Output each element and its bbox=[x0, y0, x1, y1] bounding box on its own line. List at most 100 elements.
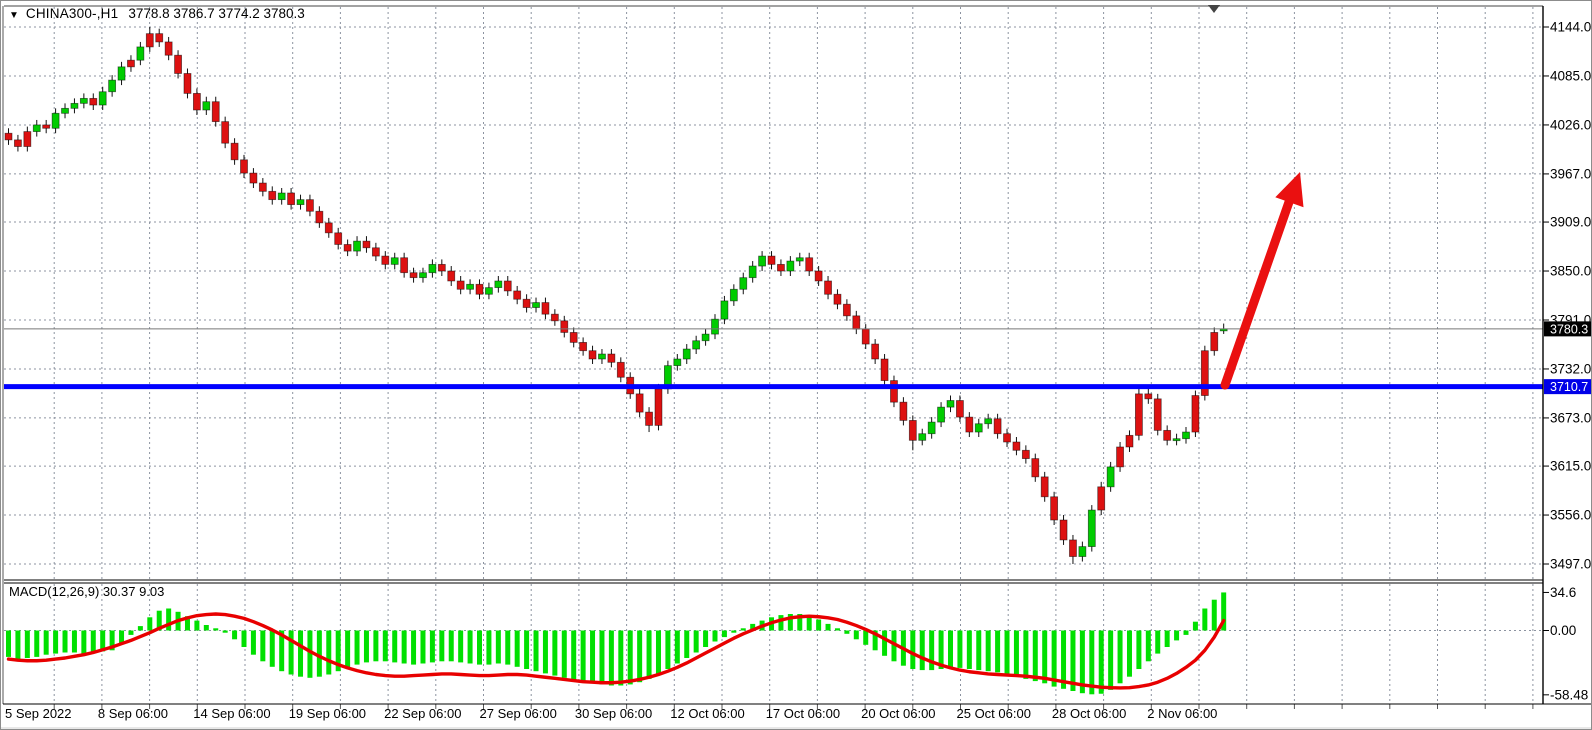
symbol-period-label: CHINA300-,H1 bbox=[26, 6, 118, 21]
candle-body bbox=[881, 359, 888, 381]
macd-histogram-bar bbox=[957, 631, 962, 668]
hline-price-tag-label: 3710.7 bbox=[1550, 380, 1588, 394]
candle-body bbox=[919, 434, 926, 441]
macd-histogram-bar bbox=[477, 631, 482, 665]
macd-histogram-bar bbox=[534, 631, 539, 672]
price-axis-label: 3909.0 bbox=[1550, 215, 1591, 230]
macd-histogram-bar bbox=[665, 631, 670, 670]
macd-histogram-bar bbox=[618, 631, 623, 686]
macd-histogram-bar bbox=[562, 631, 567, 678]
candle-body bbox=[777, 264, 784, 271]
candle-body bbox=[966, 417, 973, 432]
candle-body bbox=[175, 55, 182, 73]
candle-body bbox=[297, 200, 304, 205]
macd-histogram-bar bbox=[741, 628, 746, 630]
macd-axis-label: -58.48 bbox=[1550, 687, 1588, 702]
ohlc-values: 3778.8 3786.7 3774.2 3780.3 bbox=[128, 6, 304, 21]
macd-histogram-bar bbox=[1127, 631, 1132, 677]
candle-body bbox=[80, 98, 87, 103]
candle-body bbox=[551, 314, 558, 321]
candle-body bbox=[749, 266, 756, 278]
candle-body bbox=[184, 73, 191, 93]
macd-histogram-bar bbox=[402, 631, 407, 664]
macd-histogram-bar bbox=[373, 631, 378, 662]
macd-histogram-bar bbox=[6, 631, 11, 657]
candle-body bbox=[467, 284, 474, 289]
macd-histogram-bar bbox=[44, 631, 49, 655]
candle-body bbox=[589, 351, 596, 359]
candle-body bbox=[476, 284, 483, 294]
macd-histogram-bar bbox=[270, 631, 275, 667]
macd-histogram-bar bbox=[468, 631, 473, 664]
candle-body bbox=[938, 407, 945, 422]
macd-histogram-bar bbox=[882, 631, 887, 656]
candle-body bbox=[674, 359, 681, 366]
macd-histogram-bar bbox=[15, 631, 20, 660]
price-axis-label: 4026.0 bbox=[1550, 117, 1591, 132]
macd-histogram-bar bbox=[298, 631, 303, 677]
candle-body bbox=[561, 321, 568, 333]
macd-histogram-bar bbox=[1202, 609, 1207, 631]
candle-body bbox=[900, 402, 907, 420]
price-axis-label: 3497.0 bbox=[1550, 557, 1591, 572]
candle-body bbox=[1164, 430, 1171, 440]
time-axis-label: 5 Sep 2022 bbox=[5, 706, 72, 721]
candle-body bbox=[278, 193, 285, 200]
trend-arrow-head[interactable] bbox=[1275, 172, 1303, 207]
candle-body bbox=[683, 349, 690, 359]
macd-histogram-bar bbox=[260, 631, 265, 662]
candle-body bbox=[1107, 467, 1114, 487]
candle-body bbox=[806, 258, 813, 271]
candle-body bbox=[1117, 447, 1124, 467]
macd-histogram-bar bbox=[778, 615, 783, 630]
macd-axis-label: 0.00 bbox=[1550, 623, 1576, 638]
macd-histogram-bar bbox=[863, 631, 868, 645]
macd-histogram-bar bbox=[816, 620, 821, 631]
trend-arrow-shaft[interactable] bbox=[1225, 202, 1289, 385]
candle-body bbox=[372, 248, 379, 256]
time-axis-label: 28 Oct 06:00 bbox=[1052, 706, 1126, 721]
macd-histogram-bar bbox=[1014, 631, 1019, 677]
macd-histogram-bar bbox=[25, 631, 30, 659]
candle-body bbox=[259, 183, 266, 191]
macd-histogram-bar bbox=[543, 631, 548, 674]
candle-body bbox=[410, 273, 417, 278]
macd-histogram-bar bbox=[81, 631, 86, 654]
candle-body bbox=[419, 273, 426, 278]
macd-histogram-bar bbox=[138, 626, 143, 630]
candle-body bbox=[1069, 540, 1076, 557]
macd-histogram-bar bbox=[449, 631, 454, 662]
candle-body bbox=[617, 362, 624, 377]
price-axis-label: 3615.0 bbox=[1550, 459, 1591, 474]
candle-body bbox=[1098, 487, 1105, 510]
candle-body bbox=[598, 354, 605, 359]
macd-histogram-bar bbox=[1108, 631, 1113, 690]
candle-body bbox=[438, 264, 445, 271]
candle-body bbox=[485, 288, 492, 295]
candle-body bbox=[504, 281, 511, 291]
candle-body bbox=[316, 211, 323, 223]
macd-histogram-bar bbox=[844, 631, 849, 634]
candle-body bbox=[1022, 450, 1029, 458]
candle-body bbox=[344, 244, 351, 251]
candle-body bbox=[928, 422, 935, 434]
macd-histogram-bar bbox=[581, 631, 586, 683]
macd-histogram-bar bbox=[1033, 631, 1038, 682]
candle-body bbox=[693, 341, 700, 349]
macd-histogram-bar bbox=[713, 631, 718, 642]
macd-histogram-bar bbox=[1193, 622, 1198, 631]
symbol-dropdown-icon[interactable]: ▼ bbox=[9, 10, 19, 21]
candle-body bbox=[363, 241, 370, 248]
macd-histogram-bar bbox=[1136, 631, 1141, 670]
macd-histogram-bar bbox=[524, 631, 529, 670]
macd-histogram-bar bbox=[835, 628, 840, 630]
candle-body bbox=[985, 419, 992, 424]
candle-body bbox=[118, 67, 125, 80]
chart-canvas[interactable]: 4144.04085.04026.03967.03909.03850.03791… bbox=[1, 1, 1592, 730]
macd-histogram-bar bbox=[910, 631, 915, 670]
chart-header: ▼ CHINA300-,H1 3778.8 3786.7 3774.2 3780.3 bbox=[9, 6, 305, 21]
candle-body bbox=[796, 258, 803, 261]
candle-body bbox=[1088, 510, 1095, 547]
candle-body bbox=[787, 261, 794, 271]
macd-histogram-bar bbox=[486, 631, 491, 665]
